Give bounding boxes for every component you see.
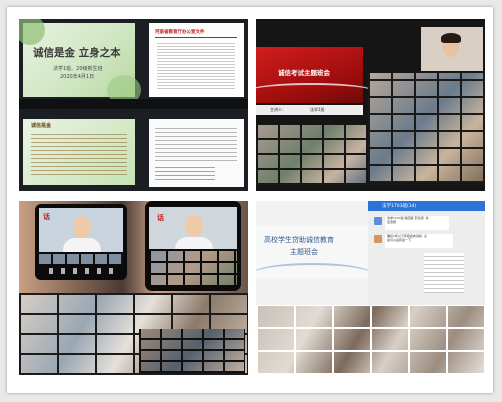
presenter-video[interactable] bbox=[421, 27, 483, 71]
document-body bbox=[157, 41, 235, 91]
form-page[interactable] bbox=[149, 119, 244, 187]
student-face-left bbox=[73, 216, 91, 238]
banner-caption-right: 法学1班 bbox=[310, 107, 325, 112]
banner-caption-left: 主讲人： bbox=[270, 107, 286, 112]
chat-bubble-1: 法学1703班 晚回答 安息题, 请 生意题 bbox=[385, 216, 449, 230]
panel-video-meeting-banner: 诚信考试主题班会 主讲人： 法学1班 bbox=[256, 19, 485, 191]
chat-header: 法学1703班(34) bbox=[368, 201, 485, 211]
leaf-decoration bbox=[19, 19, 45, 45]
form-list bbox=[155, 164, 215, 182]
panel-slides-document: 诚信是金 立身之本 法学1班、20级新生班 2020年4月1日 河南省教育厅办公… bbox=[19, 19, 248, 191]
student-shirt-left bbox=[63, 238, 101, 252]
chat-image-attachment bbox=[424, 253, 464, 293]
chat-header-title: 法学1703班(34) bbox=[382, 204, 417, 209]
phone-right-text: 话 bbox=[157, 214, 164, 222]
slide-text-page[interactable]: 诚信是金 bbox=[23, 119, 135, 185]
slide-title-line1: 高校学生贷助诚信教育 bbox=[264, 236, 334, 244]
banner-title: 诚信考试主题班会 bbox=[278, 69, 330, 77]
slide-integrity-gold[interactable]: 诚信是金 立身之本 法学1班、20级新生班 2020年4月1日 bbox=[19, 19, 141, 105]
red-rule bbox=[155, 37, 237, 38]
phone-left-text: 话 bbox=[43, 213, 50, 221]
chat-bubble-2: 确切1年以下年级会向请新. 点 最可以后有最一下 bbox=[385, 234, 453, 248]
phone-right-screen: 话 bbox=[149, 207, 237, 249]
phone-left-screen: 话 bbox=[39, 208, 123, 252]
panel-phones-video: 话 话 bbox=[19, 201, 248, 375]
document-page[interactable]: 河南省教育厅办公室文件 bbox=[149, 23, 244, 97]
presenter-hair bbox=[441, 33, 461, 43]
banner-swoosh bbox=[256, 83, 376, 101]
video-grid-right bbox=[368, 73, 485, 183]
slide-wave bbox=[256, 263, 374, 287]
document-title: 河南省教育厅办公室文件 bbox=[155, 30, 205, 35]
participant-grid bbox=[256, 305, 485, 375]
chat-avatar-2 bbox=[374, 235, 382, 243]
slide-title: 诚信是金 立身之本 bbox=[33, 47, 121, 59]
chat-window: 法学1703班(34) 法学1703班 晚回答 安息题, 请 生意题 确切1年以… bbox=[368, 201, 485, 305]
chat-avatar-1 bbox=[374, 217, 382, 225]
meeting-toolbar bbox=[19, 99, 248, 109]
video-grid-bottom bbox=[256, 125, 366, 185]
slide-date: 2020年4月1日 bbox=[60, 74, 95, 80]
phone-right-thumbs bbox=[149, 251, 237, 287]
form-lines bbox=[155, 125, 237, 161]
slide-title-line2: 主题班会 bbox=[290, 248, 318, 256]
student-shirt-right bbox=[175, 237, 213, 249]
panel-chat-meeting: 高校学生贷助诚信教育 主题班会 法学1703班(34) 法学1703班 晚回答 … bbox=[256, 201, 485, 375]
phone-left[interactable]: 话 bbox=[35, 204, 127, 280]
phone-right[interactable]: 话 bbox=[145, 201, 241, 291]
phone-left-controls bbox=[49, 268, 113, 274]
small-video-grid bbox=[139, 329, 245, 373]
slide-body-text bbox=[31, 131, 127, 177]
class-meeting-slide[interactable]: 高校学生贷助诚信教育 主题班会 bbox=[256, 225, 374, 279]
phone-left-thumbs bbox=[39, 254, 123, 264]
student-face-right bbox=[185, 215, 203, 237]
red-banner-slide[interactable]: 诚信考试主题班会 bbox=[256, 47, 376, 103]
banner-caption-strip: 主讲人： 法学1班 bbox=[256, 105, 363, 115]
slide-subtitle: 法学1班、20级新生班 bbox=[53, 66, 103, 72]
slide-lower-title: 诚信是金 bbox=[31, 123, 52, 129]
